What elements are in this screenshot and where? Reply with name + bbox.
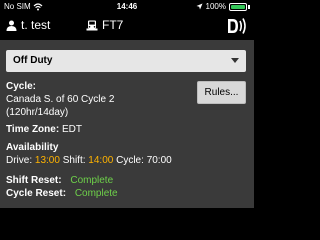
cycle-label: Cycle:	[6, 81, 37, 92]
cycle-avail-value: 70:00	[146, 155, 172, 166]
location-icon	[196, 3, 203, 10]
cycle-reset-value: Complete	[74, 188, 118, 199]
vehicle-selector[interactable]: FT7	[86, 18, 123, 32]
hos-panel: Off Duty Cycle: Canada S. of 60 Cycle 2 …	[0, 40, 254, 208]
truck-icon	[86, 20, 98, 30]
duty-status-value: Off Duty	[13, 55, 53, 66]
time-zone-value: EDT	[61, 124, 82, 135]
driver-selector[interactable]: t. test	[6, 18, 50, 32]
connection-status[interactable]	[226, 16, 248, 36]
shift-reset-row: Shift Reset: Complete	[6, 174, 113, 187]
rules-button[interactable]: Rules...	[197, 81, 246, 104]
cycle-info: Cycle: Canada S. of 60 Cycle 2 (120hr/14…	[6, 80, 191, 119]
availability-title: Availability	[6, 142, 59, 153]
duty-status-dropdown[interactable]: Off Duty	[6, 50, 246, 72]
status-right: 100%	[196, 2, 250, 11]
device-signal-icon	[228, 18, 246, 34]
shift-reset-label: Shift Reset:	[6, 175, 62, 186]
header-bar: t. test FT7	[0, 14, 254, 38]
status-bar: No SIM 14:46 100%	[0, 0, 254, 14]
driver-name: t. test	[21, 18, 51, 32]
battery-percent: 100%	[205, 2, 226, 11]
drive-value: 13:00	[34, 155, 60, 166]
shift-label: Shift:	[62, 155, 86, 166]
person-icon	[6, 20, 17, 31]
vehicle-name: FT7	[102, 18, 124, 32]
availability-row: Drive: 13:00 Shift: 14:00 Cycle: 70:00	[6, 154, 172, 167]
availability-section: Availability Drive: 13:00 Shift: 14:00 C…	[6, 141, 172, 167]
cycle-avail-label: Cycle:	[116, 155, 144, 166]
shift-reset-value: Complete	[70, 175, 114, 186]
drive-label: Drive:	[6, 155, 33, 166]
time-zone-label: Time Zone:	[6, 124, 60, 135]
shift-value: 14:00	[88, 155, 114, 166]
time-zone-row: Time Zone: EDT	[6, 123, 82, 136]
cycle-period: (120hr/14day)	[6, 107, 69, 118]
cycle-reset-label: Cycle Reset:	[6, 188, 67, 199]
cycle-name: Canada S. of 60 Cycle 2	[6, 94, 115, 105]
battery-nub	[248, 4, 250, 9]
cycle-reset-row: Cycle Reset: Complete	[6, 187, 118, 200]
dropdown-arrow-icon	[231, 58, 239, 63]
battery-icon	[229, 2, 247, 11]
